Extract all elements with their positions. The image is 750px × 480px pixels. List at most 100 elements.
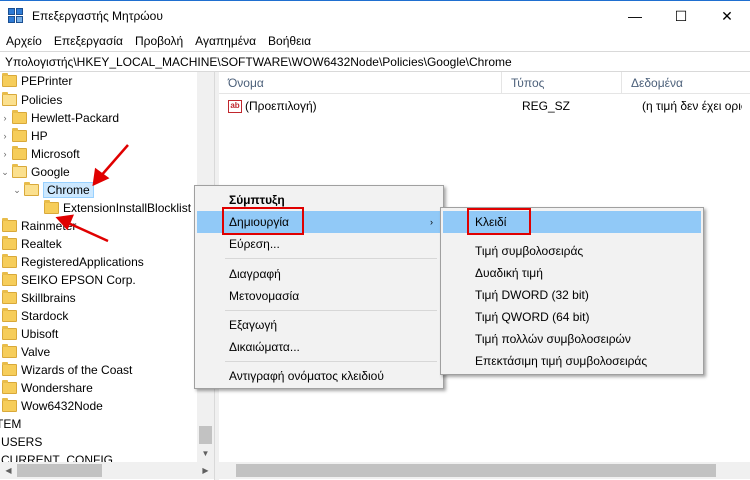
tree-item[interactable]: › Hewlett-Packard [0, 109, 119, 127]
menu-separator [225, 258, 437, 259]
menu-item-export[interactable]: Εξαγωγή [197, 314, 441, 336]
value-type: REG_SZ [522, 99, 571, 113]
menu-item-permissions[interactable]: Δικαιώματα... [197, 336, 441, 358]
table-row[interactable]: ab (Προεπιλογή) REG_SZ (η τιμή δεν έχει … [219, 97, 750, 115]
folder-icon [2, 272, 17, 286]
folder-icon [2, 254, 17, 268]
chevron-down-icon[interactable]: ⌄ [0, 167, 10, 178]
folder-icon [2, 236, 17, 250]
window-title: Επεξεργαστής Μητρώου [32, 8, 163, 23]
maximize-button[interactable]: ☐ [658, 1, 704, 31]
tree-item-label: Microsoft [31, 147, 80, 161]
close-button[interactable]: ✕ [704, 1, 750, 31]
registry-editor-icon [8, 7, 24, 24]
tree-item[interactable]: Skillbrains [2, 289, 76, 307]
scroll-thumb[interactable] [17, 464, 102, 477]
tree-item[interactable]: › HP [0, 127, 48, 145]
tree-item-label: Wow6432Node [21, 399, 103, 413]
submenu-item-dword-value[interactable]: Τιμή DWORD (32 bit) [443, 284, 701, 306]
menu-view[interactable]: Προβολή [129, 34, 189, 48]
chevron-right-icon[interactable]: › [0, 131, 10, 141]
menu-item-find[interactable]: Εύρεση... [197, 233, 441, 255]
submenu-item-string-value[interactable]: Τιμή συμβολοσειράς [443, 240, 701, 262]
folder-open-icon [24, 182, 39, 196]
folder-icon [44, 200, 59, 214]
tree-item-label: Google [31, 165, 70, 179]
tree-item[interactable]: ExtensionInstallBlocklist [44, 199, 191, 217]
folder-icon [12, 128, 27, 142]
tree-item-label: Chrome [43, 182, 94, 198]
submenu-item-expandable-string-value[interactable]: Επεκτάσιμη τιμή συμβολοσειράς [443, 350, 701, 372]
menu-item-rename[interactable]: Μετονομασία [197, 285, 441, 307]
tree-item[interactable]: Wow6432Node [2, 397, 103, 415]
menu-help[interactable]: Βοήθεια [262, 34, 317, 48]
value-data: (η τιμή δεν έχει οριστεί) [642, 99, 742, 113]
tree-item-label: Stardock [21, 309, 69, 323]
menu-separator [225, 310, 437, 311]
menu-edit[interactable]: Επεξεργασία [48, 34, 129, 48]
column-header-type[interactable]: Τύπος [502, 72, 622, 94]
minimize-button[interactable]: — [612, 1, 658, 31]
folder-icon [2, 344, 17, 358]
folder-icon [2, 308, 17, 322]
tree-item[interactable]: Ubisoft [2, 325, 58, 343]
chevron-right-icon: › [430, 217, 433, 227]
folder-icon [2, 73, 17, 87]
folder-open-icon [12, 164, 27, 178]
tree-item[interactable]: Wizards of the Coast [2, 361, 132, 379]
tree-item[interactable]: Wondershare [2, 379, 93, 397]
tree-item-label: Wondershare [21, 381, 93, 395]
address-bar[interactable]: Υπολογιστής\HKEY_LOCAL_MACHINE\SOFTWARE\… [0, 51, 750, 72]
tree-item-label: Ubisoft [21, 327, 59, 341]
tree-item-label: PEPrinter [21, 74, 73, 88]
tree-item[interactable]: SEIKO EPSON Corp. [2, 271, 136, 289]
key-tree: PEPrinter Policies › Hewlett-Packard › H… [0, 72, 214, 480]
tree-item[interactable]: Stardock [2, 307, 68, 325]
chevron-down-icon[interactable]: ⌄ [12, 185, 22, 196]
scroll-left-arrow-icon[interactable]: ◀ [0, 462, 17, 479]
tree-item-label: Skillbrains [21, 291, 76, 305]
folder-icon [2, 290, 17, 304]
folder-icon [2, 398, 17, 412]
tree-item-chrome[interactable]: ⌄ Chrome [12, 181, 94, 199]
submenu-item-qword-value[interactable]: Τιμή QWORD (64 bit) [443, 306, 701, 328]
tree-item-label: HP [31, 129, 48, 143]
menu-item-copy-key-name[interactable]: Αντιγραφή ονόματος κλειδιού [197, 365, 441, 387]
chevron-right-icon[interactable]: › [0, 149, 10, 159]
scroll-down-arrow-icon[interactable]: ▼ [197, 445, 214, 462]
tree-item[interactable]: Policies [2, 91, 62, 109]
title-bar: Επεξεργαστής Μητρώου — ☐ ✕ [0, 0, 750, 30]
tree-item[interactable]: TEM [0, 415, 21, 433]
tree-item[interactable]: Valve [2, 343, 50, 361]
tree-item-label: Realtek [21, 237, 62, 251]
tree-item[interactable]: Rainmeter [2, 217, 76, 235]
submenu-item-binary-value[interactable]: Δυαδική τιμή [443, 262, 701, 284]
chevron-right-icon[interactable]: › [0, 113, 10, 123]
values-horizontal-scrollbar[interactable] [219, 462, 750, 479]
menu-favorites[interactable]: Αγαπημένα [189, 34, 262, 48]
tree-horizontal-scrollbar[interactable]: ◀ ▶ [0, 462, 214, 479]
submenu-item-multi-string-value[interactable]: Τιμή πολλών συμβολοσειρών [443, 328, 701, 350]
tree-item[interactable]: PEPrinter [2, 72, 72, 90]
tree-item[interactable]: USERS [1, 433, 42, 451]
tree-item[interactable]: Realtek [2, 235, 62, 253]
menu-separator [225, 361, 437, 362]
menu-file[interactable]: Αρχείο [0, 34, 48, 48]
tree-item[interactable]: RegisteredApplications [2, 253, 144, 271]
address-path: Υπολογιστής\HKEY_LOCAL_MACHINE\SOFTWARE\… [5, 54, 512, 69]
scroll-right-arrow-icon[interactable]: ▶ [197, 462, 214, 479]
tree-item-label: Policies [21, 93, 63, 107]
tree-item-label: TEM [0, 417, 22, 431]
folder-icon [2, 218, 17, 232]
scroll-thumb[interactable] [199, 426, 212, 444]
tree-item-label: Wizards of the Coast [21, 363, 133, 377]
tree-item[interactable]: › Microsoft [0, 145, 80, 163]
scroll-thumb[interactable] [236, 464, 716, 477]
column-header-data[interactable]: Δεδομένα [622, 72, 750, 94]
column-header-name[interactable]: Όνομα [219, 72, 502, 94]
menu-bar: Αρχείο Επεξεργασία Προβολή Αγαπημένα Βοή… [0, 30, 750, 51]
annotation-box-new [222, 207, 304, 235]
folder-icon [12, 110, 27, 124]
menu-item-delete[interactable]: Διαγραφή [197, 263, 441, 285]
tree-item[interactable]: ⌄ Google [0, 163, 70, 181]
